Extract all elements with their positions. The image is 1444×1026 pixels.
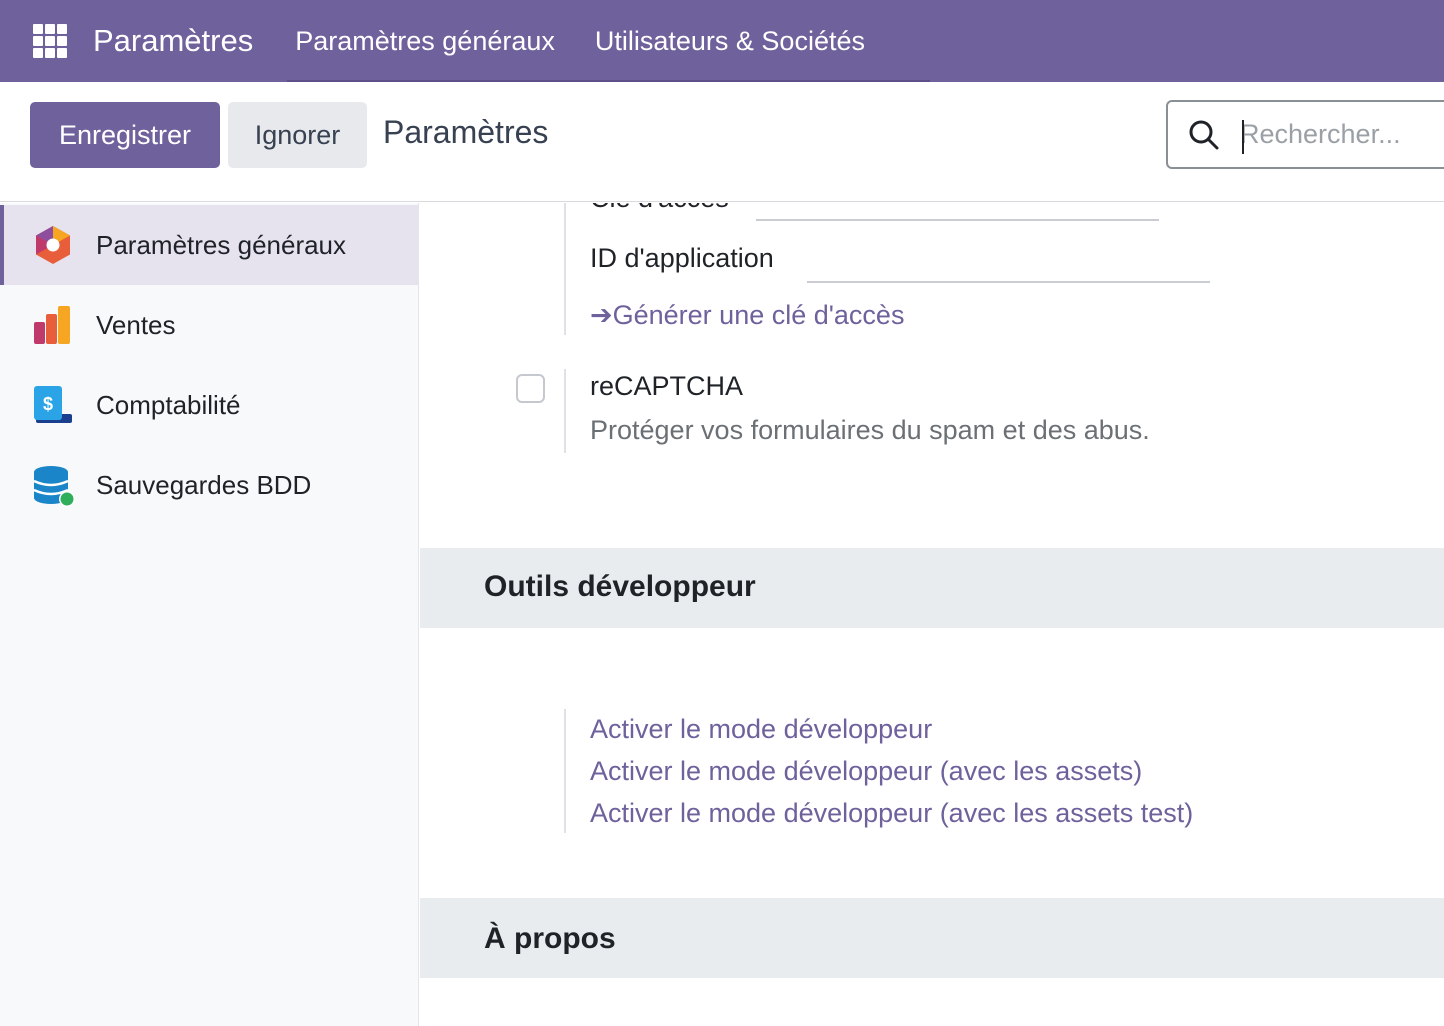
sidebar-item-label: Paramètres généraux <box>96 229 347 260</box>
activate-dev-mode-test-assets-link[interactable]: Activer le mode développeur (avec les as… <box>590 798 1193 829</box>
section-title: À propos <box>484 922 616 955</box>
sidebar-item-db-backups[interactable]: Sauvegardes BDD <box>0 445 418 525</box>
settings-content: Clé d'accès ID d'application ➔Générer un… <box>420 203 1444 1026</box>
app-brand[interactable]: Paramètres <box>93 23 253 59</box>
top-navbar: Paramètres Paramètres généraux Utilisate… <box>0 0 1444 82</box>
settings-sidebar: Paramètres généraux Ventes $ Comptabilit… <box>0 203 419 1026</box>
search-icon[interactable] <box>1188 119 1220 151</box>
section-dev-tools: Outils développeur <box>420 548 1444 628</box>
menu-general-settings[interactable]: Paramètres généraux <box>295 26 555 57</box>
recaptcha-description: Protéger vos formulaires du spam et des … <box>590 415 1150 445</box>
access-key-label: Clé d'accès <box>590 203 729 214</box>
settings-app-icon <box>32 224 74 266</box>
discard-button[interactable]: Ignorer <box>228 102 367 168</box>
save-button[interactable]: Enregistrer <box>30 102 220 168</box>
recaptcha-title: reCAPTCHA <box>590 371 744 401</box>
section-title: Outils développeur <box>484 570 756 603</box>
grid-icon[interactable] <box>33 24 67 58</box>
app-id-field[interactable] <box>807 281 1210 283</box>
sidebar-item-label: Comptabilité <box>96 389 241 420</box>
sidebar-item-label: Ventes <box>96 309 176 340</box>
setting-divider <box>564 369 566 453</box>
search-box[interactable] <box>1166 100 1444 169</box>
sidebar-item-sales[interactable]: Ventes <box>0 285 418 365</box>
sidebar-item-label: Sauvegardes BDD <box>96 469 312 500</box>
activate-dev-mode-link[interactable]: Activer le mode développeur <box>590 714 932 745</box>
activate-dev-mode-assets-link[interactable]: Activer le mode développeur (avec les as… <box>590 756 1142 787</box>
menu-users-companies[interactable]: Utilisateurs & Sociétés <box>595 26 865 57</box>
page-title: Paramètres <box>383 114 549 150</box>
setting-divider <box>564 709 566 833</box>
svg-text:$: $ <box>43 394 53 414</box>
generate-key-link[interactable]: ➔Générer une clé d'accès <box>590 300 904 331</box>
section-about: À propos <box>420 898 1444 978</box>
sales-app-icon <box>32 304 74 346</box>
text-caret <box>1242 120 1244 154</box>
setting-divider <box>564 203 566 335</box>
sidebar-item-accounting[interactable]: $ Comptabilité <box>0 365 418 445</box>
recaptcha-checkbox[interactable] <box>516 374 545 403</box>
search-input[interactable] <box>1240 119 1440 150</box>
sidebar-item-general-settings[interactable]: Paramètres généraux <box>0 205 418 285</box>
control-panel: Enregistrer Ignorer Paramètres <box>0 84 1444 202</box>
database-backup-icon <box>32 464 75 507</box>
access-key-field[interactable] <box>756 219 1159 221</box>
app-id-label: ID d'application <box>590 243 774 273</box>
accounting-app-icon: $ <box>32 384 74 426</box>
navbar-divider <box>287 80 930 82</box>
